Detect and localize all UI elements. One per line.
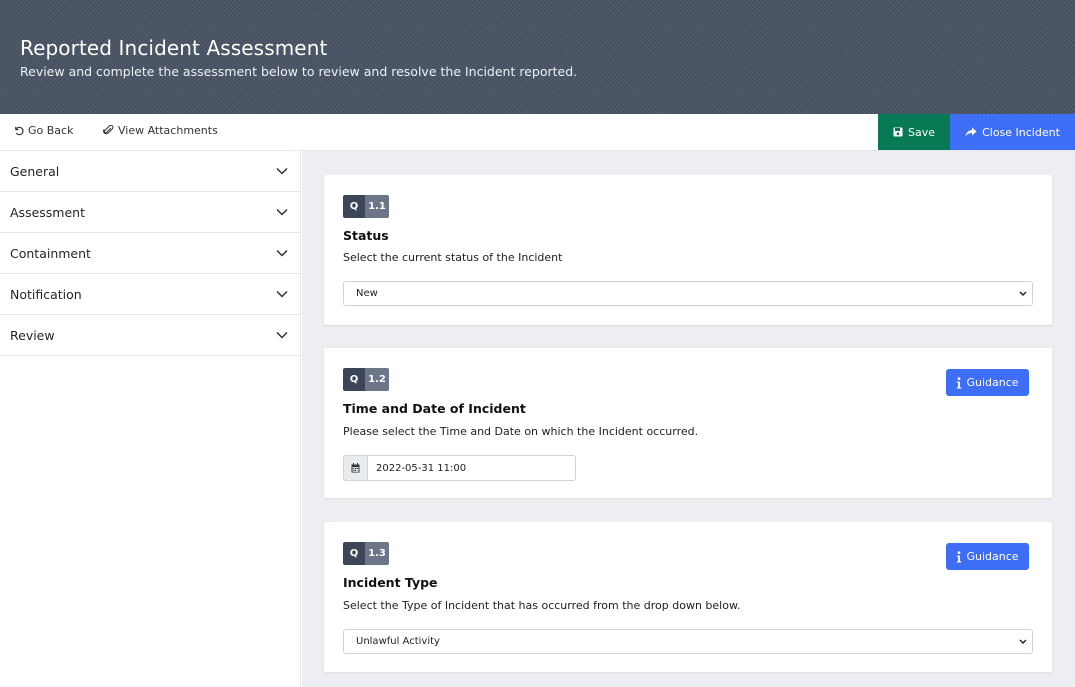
- page-title: Reported Incident Assessment: [20, 36, 328, 60]
- save-button[interactable]: Save: [878, 114, 950, 150]
- calendar-icon: [344, 456, 368, 480]
- question-number: 1.2: [365, 368, 389, 391]
- sidebar-item-containment[interactable]: Containment: [0, 233, 300, 274]
- chevron-down-icon: [1019, 639, 1027, 644]
- guidance-button[interactable]: Guidance: [946, 369, 1029, 396]
- floppy-disk-icon: [893, 127, 903, 137]
- section-sidebar: General Assessment Containment Notificat…: [0, 151, 301, 687]
- chevron-down-icon: [1019, 291, 1027, 296]
- go-back-label: Go Back: [28, 124, 74, 137]
- close-incident-label: Close Incident: [982, 125, 1060, 139]
- page-subtitle: Review and complete the assessment below…: [20, 64, 578, 79]
- guidance-button[interactable]: Guidance: [946, 543, 1029, 570]
- chevron-down-icon: [276, 167, 288, 175]
- incident-datetime-input[interactable]: 2022-05-31 11:00: [343, 455, 576, 481]
- assessment-content: Q 1.1 Status Select the current status o…: [302, 151, 1075, 687]
- incident-type-select[interactable]: Unlawful Activity: [343, 629, 1033, 654]
- save-button-label: Save: [907, 125, 935, 139]
- question-number-badge: Q 1.2: [343, 368, 389, 391]
- chevron-down-icon: [276, 208, 288, 216]
- undo-icon: [15, 126, 24, 136]
- chevron-down-icon: [276, 249, 288, 257]
- sidebar-item-review[interactable]: Review: [0, 315, 300, 356]
- sidebar-item-label: Containment: [10, 245, 91, 261]
- incident-type-select-value: Unlawful Activity: [356, 636, 440, 647]
- question-title: Time and Date of Incident: [343, 401, 526, 416]
- view-attachments-link[interactable]: View Attachments: [103, 124, 218, 137]
- question-description: Select the Type of Incident that has occ…: [343, 599, 741, 612]
- sidebar-item-label: Review: [10, 327, 55, 343]
- question-number-badge: Q 1.1: [343, 195, 389, 218]
- question-description: Please select the Time and Date on which…: [343, 425, 699, 438]
- question-card: Q 1.3 Guidance Incident Type Select the …: [324, 522, 1052, 672]
- page-header: Reported Incident Assessment Review and …: [0, 0, 1075, 114]
- question-q-label: Q: [343, 195, 365, 218]
- guidance-button-label: Guidance: [966, 550, 1019, 563]
- close-incident-button[interactable]: Close Incident: [950, 114, 1075, 150]
- question-title: Incident Type: [343, 575, 438, 590]
- go-back-link[interactable]: Go Back: [13, 124, 73, 137]
- status-select-value: New: [356, 288, 378, 299]
- share-arrow-icon: [965, 127, 977, 137]
- sidebar-item-label: General: [10, 163, 60, 179]
- question-card: Q 1.2 Guidance Time and Date of Incident…: [324, 348, 1052, 498]
- sidebar-item-assessment[interactable]: Assessment: [0, 192, 300, 233]
- sidebar-item-general[interactable]: General: [0, 151, 300, 192]
- sidebar-item-notification[interactable]: Notification: [0, 274, 300, 315]
- toolbar: Go Back View Attachments Save Close Inci…: [0, 114, 1075, 151]
- status-select[interactable]: New: [343, 281, 1033, 306]
- chevron-down-icon: [276, 290, 288, 298]
- question-number: 1.1: [365, 195, 389, 218]
- info-icon: [957, 550, 962, 562]
- question-number-badge: Q 1.3: [343, 542, 389, 565]
- chevron-down-icon: [276, 331, 288, 339]
- question-title: Status: [343, 228, 389, 243]
- guidance-button-label: Guidance: [966, 376, 1019, 389]
- paperclip-icon: [103, 125, 114, 135]
- question-card: Q 1.1 Status Select the current status o…: [324, 175, 1052, 325]
- incident-datetime-value: 2022-05-31 11:00: [376, 462, 467, 474]
- question-description: Select the current status of the Inciden…: [343, 251, 563, 264]
- question-number: 1.3: [365, 542, 389, 565]
- info-icon: [957, 376, 962, 388]
- view-attachments-label: View Attachments: [118, 124, 218, 137]
- sidebar-item-label: Notification: [10, 286, 82, 302]
- question-q-label: Q: [343, 542, 365, 565]
- sidebar-item-label: Assessment: [10, 204, 85, 220]
- question-q-label: Q: [343, 368, 365, 391]
